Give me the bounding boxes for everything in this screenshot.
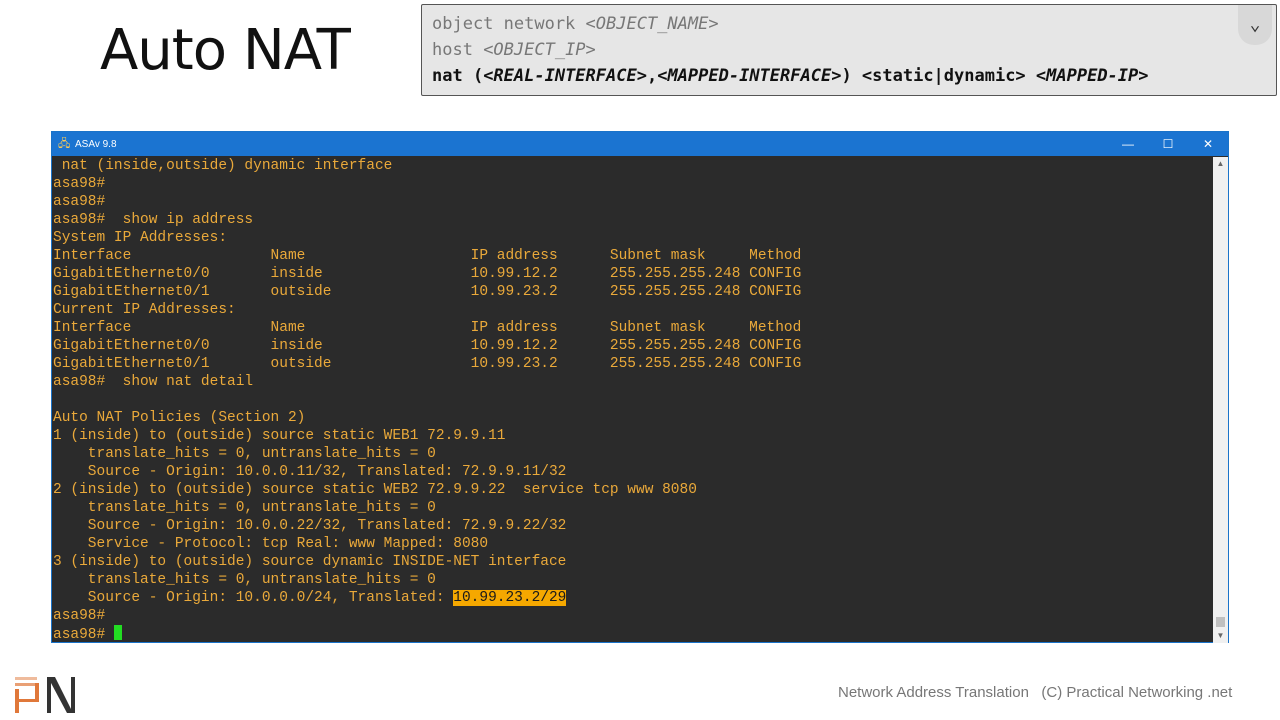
minimize-button[interactable]: — bbox=[1108, 132, 1148, 156]
terminal-line-text: translate_hits = 0, untranslate_hits = 0 bbox=[53, 446, 436, 462]
terminal-line-text: asa98# show ip address bbox=[53, 212, 254, 228]
scroll-thumb[interactable] bbox=[1216, 617, 1225, 627]
terminal-line: 2 (inside) to (outside) source static WE… bbox=[53, 481, 1214, 499]
terminal-line-text: 3 (inside) to (outside) source dynamic I… bbox=[53, 554, 567, 570]
slide-title: Auto NAT bbox=[100, 18, 351, 83]
selected-text[interactable]: 10.99.23.2/29 bbox=[453, 590, 567, 606]
syntax-text: ) <static|dynamic> bbox=[841, 66, 1036, 86]
terminal-line-text: Source - Origin: 10.0.0.0/24, Translated… bbox=[53, 590, 454, 606]
terminal-line: nat (inside,outside) dynamic interface bbox=[53, 157, 1214, 175]
terminal-line-text: translate_hits = 0, untranslate_hits = 0 bbox=[53, 572, 436, 588]
scrollbar[interactable]: ▲ ▼ bbox=[1213, 157, 1228, 643]
terminal-line-text: GigabitEthernet0/0 inside 10.99.12.2 255… bbox=[53, 338, 802, 354]
terminal-line-text: asa98# bbox=[53, 627, 114, 643]
terminal-line-text: Interface Name IP address Subnet mask Me… bbox=[53, 320, 802, 336]
window-title: ASAv 9.8 bbox=[75, 138, 117, 150]
terminal-line-text: asa98# bbox=[53, 176, 106, 192]
terminal-line-text: 2 (inside) to (outside) source static WE… bbox=[53, 482, 697, 498]
syntax-text: object network bbox=[432, 14, 586, 34]
terminal-line: asa98# bbox=[53, 193, 1214, 211]
syntax-param: <OBJECT_NAME> bbox=[585, 14, 719, 34]
terminal-output[interactable]: nat (inside,outside) dynamic interface as… bbox=[52, 157, 1214, 643]
terminal-line-text: Source - Origin: 10.0.0.11/32, Translate… bbox=[53, 464, 567, 480]
terminal-line: Service - Protocol: tcp Real: www Mapped… bbox=[53, 535, 1214, 553]
syntax-param: <OBJECT_IP> bbox=[483, 40, 596, 60]
syntax-box: object network <OBJECT_NAME> host <OBJEC… bbox=[421, 4, 1277, 96]
terminal-line-text: GigabitEthernet0/1 outside 10.99.23.2 25… bbox=[53, 284, 802, 300]
terminal-line-text: asa98# bbox=[53, 608, 106, 624]
terminal-line: 3 (inside) to (outside) source dynamic I… bbox=[53, 553, 1214, 571]
terminal-line: System IP Addresses: bbox=[53, 229, 1214, 247]
cursor bbox=[113, 625, 122, 640]
terminal-line-text: 1 (inside) to (outside) source static WE… bbox=[53, 428, 506, 444]
syntax-line-3: nat (<REAL-INTERFACE>,<MAPPED-INTERFACE>… bbox=[432, 63, 1266, 89]
terminal-line-text: GigabitEthernet0/0 inside 10.99.12.2 255… bbox=[53, 266, 802, 282]
syntax-line-2: host <OBJECT_IP> bbox=[432, 37, 1266, 63]
terminal-window: 🖧 ASAv 9.8 — ☐ ✕ nat (inside,outside) dy… bbox=[51, 131, 1229, 643]
chevron-down-icon[interactable]: ⌄ bbox=[1238, 5, 1272, 45]
terminal-line-text: Service - Protocol: tcp Real: www Mapped… bbox=[53, 536, 489, 552]
syntax-line-1: object network <OBJECT_NAME> bbox=[432, 11, 1266, 37]
syntax-text: , bbox=[646, 66, 658, 86]
terminal-line: asa98# bbox=[53, 625, 1214, 643]
terminal-line: Interface Name IP address Subnet mask Me… bbox=[53, 247, 1214, 265]
syntax-text: nat ( bbox=[432, 66, 484, 86]
terminal-line: asa98# bbox=[53, 175, 1214, 193]
syntax-param: <MAPPED-INTERFACE> bbox=[657, 66, 842, 86]
terminal-line: Source - Origin: 10.0.0.0/24, Translated… bbox=[53, 589, 1214, 607]
terminal-line: GigabitEthernet0/0 inside 10.99.12.2 255… bbox=[53, 265, 1214, 283]
close-button[interactable]: ✕ bbox=[1188, 132, 1228, 156]
syntax-param: <REAL-INTERFACE> bbox=[483, 66, 647, 86]
terminal-line-text: System IP Addresses: bbox=[53, 230, 228, 246]
terminal-line-text: GigabitEthernet0/1 outside 10.99.23.2 25… bbox=[53, 356, 802, 372]
terminal-line: Auto NAT Policies (Section 2) bbox=[53, 409, 1214, 427]
terminal-line-text: asa98# bbox=[53, 194, 106, 210]
syntax-param: <MAPPED-IP> bbox=[1035, 66, 1149, 86]
scroll-down-icon[interactable]: ▼ bbox=[1213, 629, 1228, 643]
terminal-line: Current IP Addresses: bbox=[53, 301, 1214, 319]
terminal-line-text: nat (inside,outside) dynamic interface bbox=[53, 158, 393, 174]
putty-icon: 🖧 bbox=[58, 138, 71, 150]
practical-networking-logo bbox=[15, 677, 75, 713]
terminal-line: GigabitEthernet0/0 inside 10.99.12.2 255… bbox=[53, 337, 1214, 355]
terminal-line-text: translate_hits = 0, untranslate_hits = 0 bbox=[53, 500, 436, 516]
terminal-line-text: Source - Origin: 10.0.0.22/32, Translate… bbox=[53, 518, 567, 534]
terminal-line: translate_hits = 0, untranslate_hits = 0 bbox=[53, 499, 1214, 517]
terminal-line: asa98# bbox=[53, 607, 1214, 625]
terminal-line-text: Current IP Addresses: bbox=[53, 302, 236, 318]
terminal-line-text: Interface Name IP address Subnet mask Me… bbox=[53, 248, 802, 264]
terminal-line: Source - Origin: 10.0.0.22/32, Translate… bbox=[53, 517, 1214, 535]
syntax-text: host bbox=[432, 40, 484, 60]
scroll-up-icon[interactable]: ▲ bbox=[1213, 157, 1228, 171]
title-bar: 🖧 ASAv 9.8 — ☐ ✕ bbox=[52, 132, 1228, 156]
maximize-button[interactable]: ☐ bbox=[1148, 132, 1188, 156]
terminal-line: GigabitEthernet0/1 outside 10.99.23.2 25… bbox=[53, 283, 1214, 301]
terminal-line: translate_hits = 0, untranslate_hits = 0 bbox=[53, 445, 1214, 463]
terminal-line-text: Auto NAT Policies (Section 2) bbox=[53, 410, 306, 426]
terminal-line-text: asa98# show nat detail bbox=[53, 374, 254, 390]
terminal-line: asa98# show ip address bbox=[53, 211, 1214, 229]
terminal-line: Interface Name IP address Subnet mask Me… bbox=[53, 319, 1214, 337]
terminal-line: Source - Origin: 10.0.0.11/32, Translate… bbox=[53, 463, 1214, 481]
terminal-line: 1 (inside) to (outside) source static WE… bbox=[53, 427, 1214, 445]
footer-text: Network Address Translation (C) Practica… bbox=[838, 684, 1233, 701]
terminal-line: translate_hits = 0, untranslate_hits = 0 bbox=[53, 571, 1214, 589]
terminal-line: GigabitEthernet0/1 outside 10.99.23.2 25… bbox=[53, 355, 1214, 373]
terminal-line: asa98# show nat detail bbox=[53, 373, 1214, 391]
